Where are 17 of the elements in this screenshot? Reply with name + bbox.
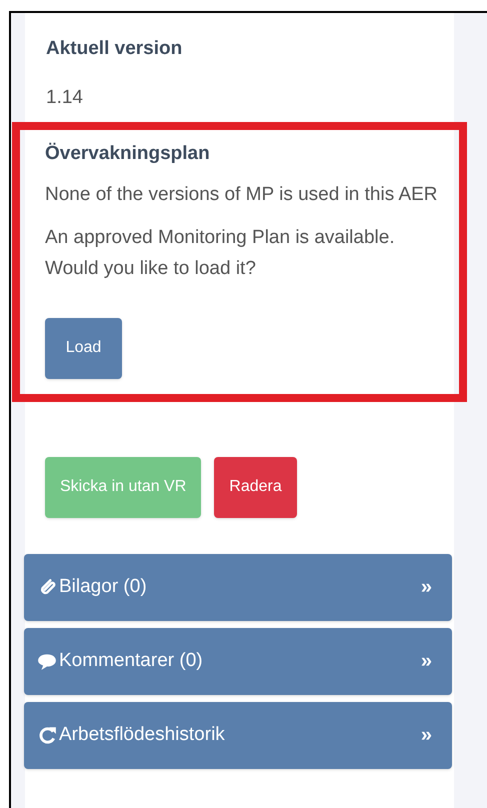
version-number: 1.14: [46, 86, 84, 110]
panel-header[interactable]: Kommentarer (0) »: [24, 628, 452, 694]
message-text: None of the versions of MP is used in this AER: [45, 182, 439, 206]
panel-title: Bilagor (0): [59, 574, 148, 599]
load-button[interactable]: Load: [45, 318, 122, 378]
message-text: An approved Monitoring Plan is available. Would you like to load it?: [45, 226, 396, 280]
refresh-icon: [37, 725, 57, 745]
panel-header[interactable]: Bilagor (0) »: [24, 554, 452, 620]
delete-button[interactable]: Radera: [214, 456, 297, 518]
chevron-icon: »: [420, 646, 432, 676]
panel-header[interactable]: Arbetsflödeshistorik »: [24, 702, 452, 768]
section-heading: Övervakningsplan: [45, 142, 211, 166]
panel-title: Arbetsflödeshistorik: [59, 722, 226, 747]
section-heading: Aktuell version: [46, 37, 184, 61]
panel-title: Kommentarer (0): [59, 648, 204, 673]
chevron-icon: »: [420, 720, 432, 750]
chevron-icon: »: [420, 572, 432, 602]
